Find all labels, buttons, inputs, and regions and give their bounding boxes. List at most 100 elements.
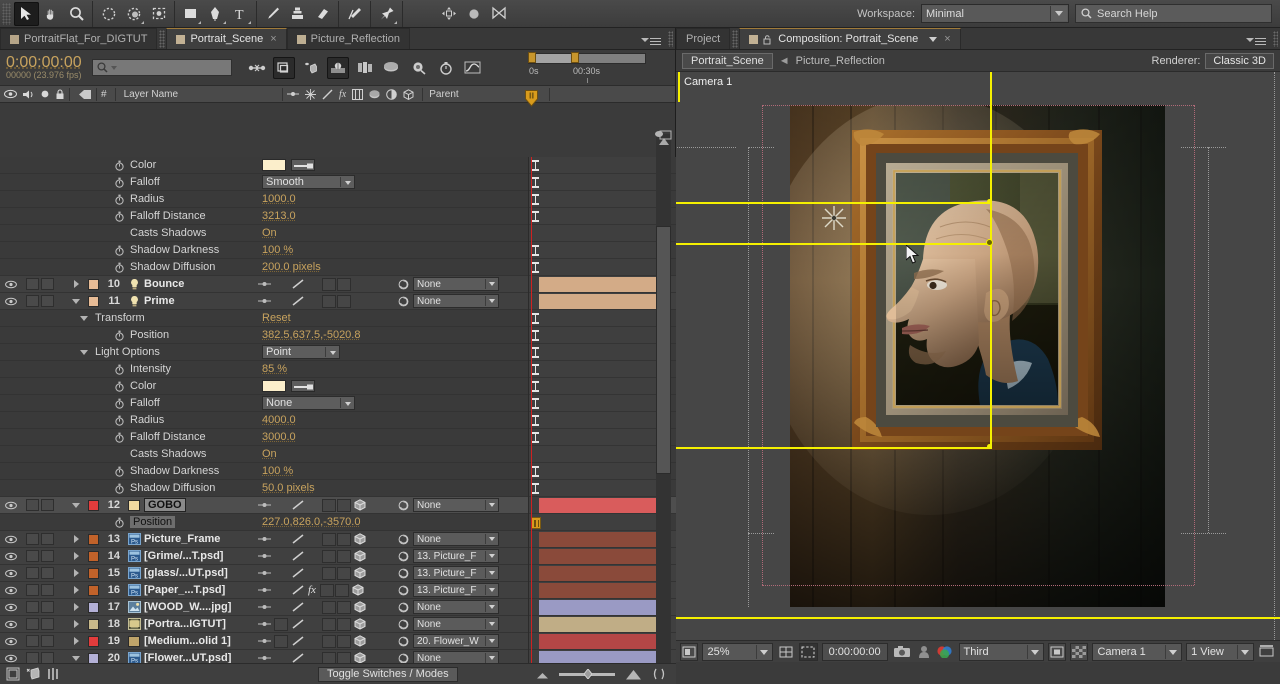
- property-value[interactable]: On: [262, 227, 277, 239]
- property-name[interactable]: Shadow Darkness: [130, 465, 219, 477]
- stopwatch-icon[interactable]: [114, 415, 124, 426]
- property-stopwatch[interactable]: [112, 517, 126, 528]
- close-icon[interactable]: ×: [944, 33, 950, 45]
- keyframe-navigator[interactable]: [532, 483, 539, 494]
- workspace-dropdown[interactable]: Minimal: [921, 4, 1069, 23]
- property-name[interactable]: Casts Shadows: [130, 448, 206, 460]
- timeline-row[interactable]: [529, 514, 659, 531]
- layer-search-input[interactable]: [91, 59, 232, 76]
- keyframe-navigator[interactable]: [531, 517, 541, 529]
- property-name[interactable]: Radius: [130, 414, 164, 426]
- property-stopwatch[interactable]: [112, 262, 126, 273]
- layer-duration-bar[interactable]: [539, 566, 656, 581]
- layer-twirl-toggle[interactable]: [68, 603, 84, 611]
- zoom-tool[interactable]: [64, 2, 89, 26]
- parent-dropdown[interactable]: 13. Picture_F: [413, 566, 499, 580]
- layer-twirl-toggle[interactable]: [68, 637, 84, 645]
- toggle-transparency-grid-icon[interactable]: [1070, 642, 1089, 661]
- property-name[interactable]: Light Options: [95, 346, 160, 358]
- layer-twirl-toggle[interactable]: [68, 280, 84, 288]
- column-header-layer-name[interactable]: Layer Name: [124, 89, 178, 100]
- quality-switch-icon[interactable]: [292, 601, 305, 613]
- stopwatch-icon[interactable]: [114, 466, 124, 477]
- audio-solo-lock-switches[interactable]: [22, 652, 68, 663]
- snapping-icon[interactable]: [486, 2, 511, 26]
- tab-project[interactable]: Project: [676, 28, 731, 49]
- layer-name[interactable]: [Paper_...T.psd]: [144, 584, 225, 596]
- layer-twirl-toggle[interactable]: [68, 535, 84, 543]
- property-value[interactable]: 100 %: [262, 244, 293, 256]
- timeline-row[interactable]: [529, 633, 659, 650]
- keyframe-navigator[interactable]: [532, 432, 539, 443]
- parent-pickwhip-icon[interactable]: [398, 636, 409, 647]
- quality-switch-icon[interactable]: [292, 652, 305, 663]
- property-stopwatch[interactable]: [112, 211, 126, 222]
- draft-3d-icon[interactable]: [272, 56, 295, 79]
- parent-dropdown[interactable]: 20. Flower_W: [413, 634, 499, 648]
- quality-switch-icon[interactable]: [292, 499, 305, 511]
- video-visibility-toggle[interactable]: [0, 637, 22, 646]
- pixel-aspect-correction-icon[interactable]: [1258, 643, 1276, 661]
- panel-menu-icon[interactable]: [650, 38, 661, 45]
- parent-pickwhip-icon[interactable]: [398, 500, 409, 511]
- quality-switch-icon[interactable]: [292, 635, 305, 647]
- property-name[interactable]: Falloff: [130, 176, 160, 188]
- property-stopwatch[interactable]: [112, 415, 126, 426]
- comp-flowchart-icon[interactable]: [6, 667, 20, 681]
- work-area-start-handle[interactable]: [528, 52, 536, 63]
- video-visibility-toggle[interactable]: [0, 586, 22, 595]
- twirl-down-icon[interactable]: [72, 502, 80, 508]
- property-name[interactable]: Falloff Distance: [130, 431, 206, 443]
- frame-blend-switch-icon[interactable]: [352, 88, 364, 100]
- quality-switch-icon[interactable]: [292, 295, 305, 307]
- three-d-switch-icon[interactable]: [354, 635, 366, 647]
- video-visibility-toggle[interactable]: [0, 654, 22, 663]
- shape-tool[interactable]: [178, 2, 203, 26]
- property-value[interactable]: On: [262, 448, 277, 460]
- audio-solo-lock-switches[interactable]: [22, 550, 68, 562]
- effects-switch-label[interactable]: fx: [339, 89, 346, 100]
- timeline-row[interactable]: [529, 395, 659, 412]
- property-stopwatch[interactable]: [112, 330, 126, 341]
- layer-duration-bar[interactable]: [539, 583, 656, 598]
- shy-switch-icon[interactable]: [258, 636, 272, 646]
- property-value[interactable]: 100 %: [262, 465, 293, 477]
- twirl-down-icon[interactable]: [72, 298, 80, 304]
- property-name[interactable]: Position: [130, 329, 169, 341]
- parent-column[interactable]: 13. Picture_F: [398, 549, 499, 563]
- property-value[interactable]: 3000.0: [262, 431, 296, 443]
- parent-pickwhip-icon[interactable]: [398, 551, 409, 562]
- quality-switch-icon[interactable]: [292, 278, 305, 290]
- video-visibility-toggle[interactable]: [0, 620, 22, 629]
- anchor-point-handle[interactable]: [986, 239, 993, 246]
- parent-column[interactable]: None: [398, 294, 499, 308]
- property-value[interactable]: 382.5,637.5,-5020.8: [262, 329, 360, 341]
- stopwatch-icon[interactable]: [114, 330, 124, 341]
- property-name[interactable]: Radius: [130, 193, 164, 205]
- property-name[interactable]: Position: [130, 516, 176, 528]
- stopwatch-icon[interactable]: [114, 160, 124, 171]
- layer-duration-bar[interactable]: [539, 600, 656, 615]
- show-channel-icon[interactable]: [936, 643, 954, 661]
- layer-name[interactable]: [Portra...IGTUT]: [144, 618, 226, 630]
- parent-pickwhip-icon[interactable]: [398, 296, 409, 307]
- timeline-row[interactable]: [529, 582, 659, 599]
- shy-switch-icon[interactable]: [258, 296, 272, 306]
- property-value[interactable]: 200.0 pixels: [262, 261, 321, 273]
- timeline-row[interactable]: [529, 446, 659, 463]
- layer-twirl-toggle[interactable]: [68, 298, 84, 304]
- timeline-row[interactable]: [529, 480, 659, 497]
- parent-pickwhip-icon[interactable]: [398, 568, 409, 579]
- graph-editor-icon[interactable]: [462, 57, 484, 79]
- type-tool[interactable]: T: [228, 2, 253, 26]
- take-snapshot-icon[interactable]: [892, 643, 912, 661]
- timeline-row[interactable]: [529, 565, 659, 582]
- property-stopwatch[interactable]: [112, 364, 126, 375]
- twirl-right-icon[interactable]: [73, 535, 79, 543]
- resolution-dropdown[interactable]: Third: [958, 642, 1044, 661]
- twirl-right-icon[interactable]: [73, 637, 79, 645]
- parent-pickwhip-icon[interactable]: [398, 602, 409, 613]
- keyframe-navigator[interactable]: [532, 262, 539, 273]
- keyframe-navigator[interactable]: [532, 364, 539, 375]
- guide-point-bottom[interactable]: [987, 444, 992, 449]
